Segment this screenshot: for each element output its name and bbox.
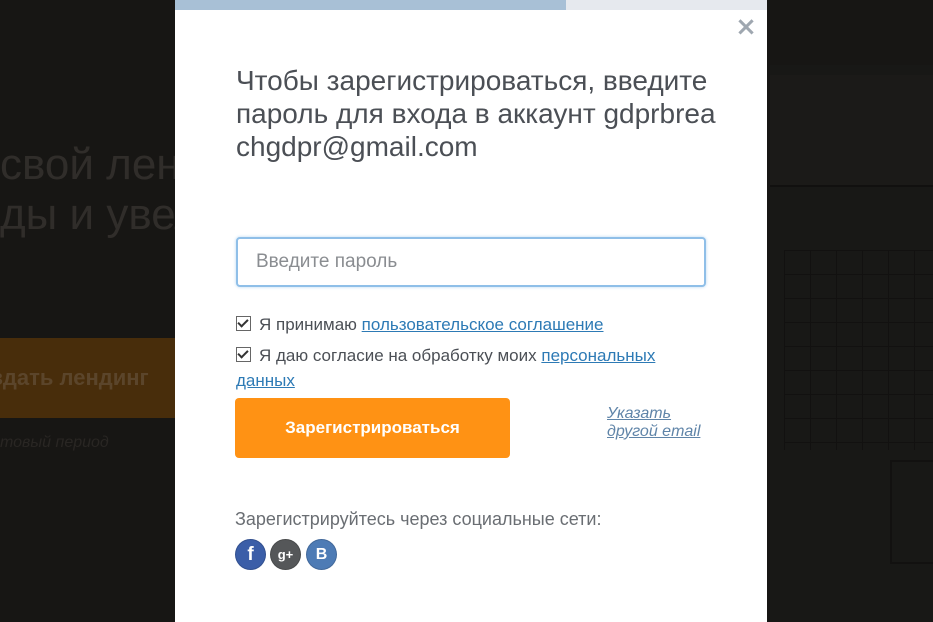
password-input[interactable] [236,237,706,287]
user-agreement-link[interactable]: пользовательское соглашение [362,315,604,334]
consent-checkbox[interactable] [236,347,251,362]
social-label: Зарегистрируйтесь через социальные сети: [235,509,602,529]
google-plus-icon[interactable]: g+ [270,539,301,570]
vk-glyph: B [315,545,328,563]
progress-bar [175,0,767,10]
agreement-checkbox[interactable] [236,316,251,331]
facebook-icon[interactable]: f [235,539,266,570]
modal-title: Чтобы зарегистрироваться, введите пароль… [236,65,716,162]
agreement-text: Я принимаю [259,315,362,334]
consent-text: Я даю согласие на обработку моих [259,346,542,365]
consent-row: Я даю согласие на обработку моих персона… [236,343,706,393]
vk-icon[interactable]: B [306,539,337,570]
register-button[interactable]: Зарегистрироваться [235,398,510,458]
facebook-glyph: f [247,543,254,565]
other-email-link[interactable]: Указать другой email [607,405,717,441]
agreement-row: Я принимаю пользовательское соглашение [236,312,706,337]
google-plus-glyph: g+ [277,547,294,562]
progress-bar-fill [175,0,566,10]
registration-modal: × Чтобы зарегистрироваться, введите паро… [175,0,767,622]
close-icon[interactable]: × [735,14,757,40]
